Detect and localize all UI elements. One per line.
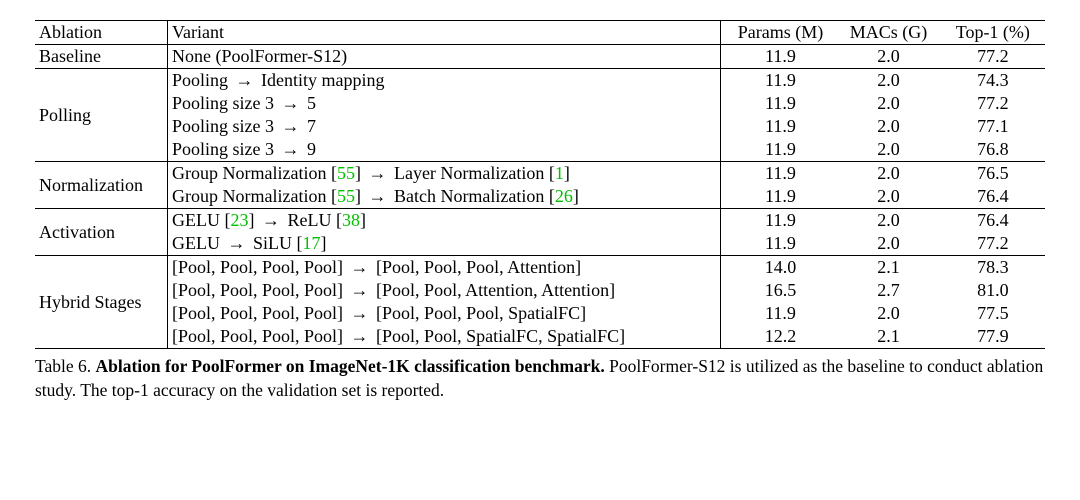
- arrow-icon: →: [343, 303, 376, 323]
- top1-cell: 76.8: [941, 138, 1045, 162]
- arrow-icon: →: [254, 210, 287, 230]
- macs-cell: 2.0: [836, 209, 940, 233]
- citation[interactable]: 23: [230, 210, 248, 230]
- variant-cell: [Pool, Pool, Pool, Pool] → [Pool, Pool, …: [168, 256, 721, 280]
- top1-cell: 81.0: [941, 279, 1045, 302]
- macs-cell: 2.0: [836, 115, 940, 138]
- citation[interactable]: 17: [303, 233, 321, 253]
- variant-cell: Pooling size 3 → 5: [168, 92, 721, 115]
- top1-cell: 78.3: [941, 256, 1045, 280]
- top1-cell: 76.4: [941, 185, 1045, 209]
- citation[interactable]: 55: [337, 163, 355, 183]
- variant-cell: GELU → SiLU [17]: [168, 232, 721, 256]
- header-top1: Top-1 (%): [941, 21, 1045, 45]
- arrow-icon: →: [361, 186, 394, 206]
- table-caption: Table 6. Ablation for PoolFormer on Imag…: [35, 355, 1045, 402]
- params-cell: 11.9: [720, 45, 836, 69]
- params-cell: 11.9: [720, 138, 836, 162]
- table-row: Pooling size 3 → 711.92.077.1: [35, 115, 1045, 138]
- caption-bold: Ablation for PoolFormer on ImageNet-1K c…: [96, 356, 605, 376]
- top1-cell: 77.9: [941, 325, 1045, 349]
- table-row: Pooling size 3 → 511.92.077.2: [35, 92, 1045, 115]
- arrow-icon: →: [343, 257, 376, 277]
- variant-cell: Pooling size 3 → 7: [168, 115, 721, 138]
- table-row: Hybrid Stages[Pool, Pool, Pool, Pool] → …: [35, 256, 1045, 280]
- header-variant: Variant: [168, 21, 721, 45]
- variant-cell: None (PoolFormer-S12): [168, 45, 721, 69]
- variant-cell: [Pool, Pool, Pool, Pool] → [Pool, Pool, …: [168, 325, 721, 349]
- ablation-label: Normalization: [35, 162, 168, 209]
- arrow-icon: →: [361, 163, 394, 183]
- table-row: PollingPooling → Identity mapping11.92.0…: [35, 69, 1045, 93]
- caption-lead: Table 6.: [35, 356, 96, 376]
- macs-cell: 2.1: [836, 256, 940, 280]
- arrow-icon: →: [274, 116, 307, 136]
- params-cell: 14.0: [720, 256, 836, 280]
- arrow-icon: →: [220, 233, 253, 253]
- top1-cell: 76.4: [941, 209, 1045, 233]
- arrow-icon: →: [274, 93, 307, 113]
- params-cell: 16.5: [720, 279, 836, 302]
- params-cell: 11.9: [720, 302, 836, 325]
- header-row: AblationVariantParams (M)MACs (G)Top-1 (…: [35, 21, 1045, 45]
- table-row: ActivationGELU [23] → ReLU [38]11.92.076…: [35, 209, 1045, 233]
- header-params: Params (M): [720, 21, 836, 45]
- ablation-label: Baseline: [35, 45, 168, 69]
- macs-cell: 2.1: [836, 325, 940, 349]
- table-row: [Pool, Pool, Pool, Pool] → [Pool, Pool, …: [35, 279, 1045, 302]
- macs-cell: 2.0: [836, 138, 940, 162]
- citation[interactable]: 1: [555, 163, 564, 183]
- variant-cell: GELU [23] → ReLU [38]: [168, 209, 721, 233]
- citation[interactable]: 38: [342, 210, 360, 230]
- macs-cell: 2.0: [836, 185, 940, 209]
- params-cell: 11.9: [720, 92, 836, 115]
- macs-cell: 2.0: [836, 92, 940, 115]
- table-row: Group Normalization [55] → Batch Normali…: [35, 185, 1045, 209]
- table-row: BaselineNone (PoolFormer-S12)11.92.077.2: [35, 45, 1045, 69]
- variant-cell: [Pool, Pool, Pool, Pool] → [Pool, Pool, …: [168, 302, 721, 325]
- arrow-icon: →: [274, 139, 307, 159]
- table-row: NormalizationGroup Normalization [55] → …: [35, 162, 1045, 186]
- top1-cell: 77.2: [941, 92, 1045, 115]
- header-macs: MACs (G): [836, 21, 940, 45]
- arrow-icon: →: [343, 326, 376, 346]
- top1-cell: 77.5: [941, 302, 1045, 325]
- variant-cell: Pooling size 3 → 9: [168, 138, 721, 162]
- arrow-icon: →: [228, 70, 261, 90]
- ablation-label: Polling: [35, 69, 168, 162]
- ablation-table: AblationVariantParams (M)MACs (G)Top-1 (…: [35, 20, 1045, 349]
- params-cell: 12.2: [720, 325, 836, 349]
- top1-cell: 74.3: [941, 69, 1045, 93]
- top1-cell: 77.2: [941, 45, 1045, 69]
- macs-cell: 2.0: [836, 162, 940, 186]
- variant-cell: Group Normalization [55] → Layer Normali…: [168, 162, 721, 186]
- variant-cell: [Pool, Pool, Pool, Pool] → [Pool, Pool, …: [168, 279, 721, 302]
- params-cell: 11.9: [720, 69, 836, 93]
- params-cell: 11.9: [720, 162, 836, 186]
- top1-cell: 76.5: [941, 162, 1045, 186]
- top1-cell: 77.1: [941, 115, 1045, 138]
- params-cell: 11.9: [720, 232, 836, 256]
- params-cell: 11.9: [720, 209, 836, 233]
- macs-cell: 2.0: [836, 232, 940, 256]
- table-row: Pooling size 3 → 911.92.076.8: [35, 138, 1045, 162]
- ablation-label: Activation: [35, 209, 168, 256]
- header-ablation: Ablation: [35, 21, 168, 45]
- top1-cell: 77.2: [941, 232, 1045, 256]
- arrow-icon: →: [343, 280, 376, 300]
- ablation-label: Hybrid Stages: [35, 256, 168, 349]
- citation[interactable]: 55: [337, 186, 355, 206]
- citation[interactable]: 26: [555, 186, 573, 206]
- macs-cell: 2.0: [836, 45, 940, 69]
- variant-cell: Group Normalization [55] → Batch Normali…: [168, 185, 721, 209]
- table-row: [Pool, Pool, Pool, Pool] → [Pool, Pool, …: [35, 325, 1045, 349]
- macs-cell: 2.0: [836, 302, 940, 325]
- table-row: GELU → SiLU [17]11.92.077.2: [35, 232, 1045, 256]
- macs-cell: 2.7: [836, 279, 940, 302]
- params-cell: 11.9: [720, 185, 836, 209]
- macs-cell: 2.0: [836, 69, 940, 93]
- table-row: [Pool, Pool, Pool, Pool] → [Pool, Pool, …: [35, 302, 1045, 325]
- variant-cell: Pooling → Identity mapping: [168, 69, 721, 93]
- params-cell: 11.9: [720, 115, 836, 138]
